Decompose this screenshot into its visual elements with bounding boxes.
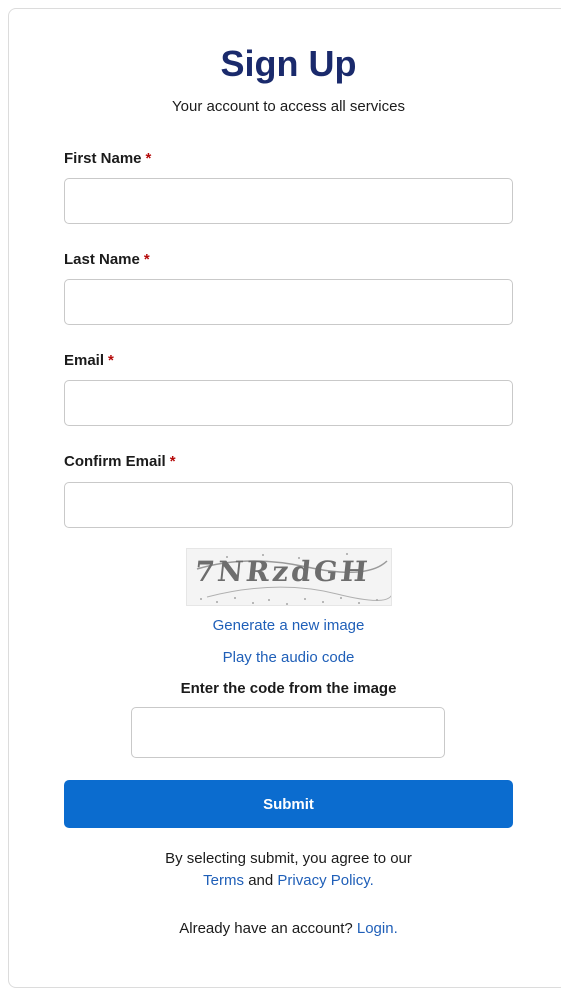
login-link[interactable]: Login. [357, 920, 398, 937]
agreement-intro: By selecting submit, you agree to our [165, 850, 412, 867]
email-label-text: Email [64, 352, 105, 369]
terms-link[interactable]: Terms [203, 872, 244, 889]
already-have-account: Already have an account? Login. [0, 920, 561, 937]
required-asterisk: * [169, 453, 176, 470]
required-asterisk: * [145, 150, 152, 167]
confirm-email-label-text: Confirm Email [64, 453, 166, 470]
already-have-account-text: Already have an account? [179, 920, 353, 937]
agreement-and: and [248, 872, 274, 889]
last-name-label: Last Name * [64, 251, 150, 268]
page-title: Sign Up [220, 43, 357, 84]
email-field[interactable] [64, 380, 513, 426]
confirm-email-label: Confirm Email * [64, 453, 176, 470]
first-name-field[interactable] [64, 178, 513, 224]
first-name-label: First Name * [64, 150, 151, 167]
submit-button[interactable]: Submit [64, 780, 513, 828]
generate-new-image-link[interactable]: Generate a new image [0, 617, 561, 634]
captcha-text: 7NRzdGH [193, 555, 372, 588]
required-asterisk: * [143, 251, 150, 268]
captcha-code-field[interactable] [131, 707, 445, 758]
last-name-field[interactable] [64, 279, 513, 325]
email-label: Email * [64, 352, 114, 369]
page-subtitle: Your account to access all services [172, 98, 405, 115]
required-asterisk: * [108, 352, 114, 369]
privacy-policy-link[interactable]: Privacy Policy. [277, 872, 373, 889]
first-name-label-text: First Name [64, 150, 142, 167]
captcha-code-label: Enter the code from the image [180, 680, 397, 697]
captcha-image: 7NRzdGH [186, 548, 392, 606]
agreement-text: By selecting submit, you agree to our Te… [0, 848, 561, 892]
last-name-label-text: Last Name [64, 251, 140, 268]
confirm-email-field[interactable] [64, 482, 513, 528]
play-audio-code-link[interactable]: Play the audio code [0, 649, 561, 666]
